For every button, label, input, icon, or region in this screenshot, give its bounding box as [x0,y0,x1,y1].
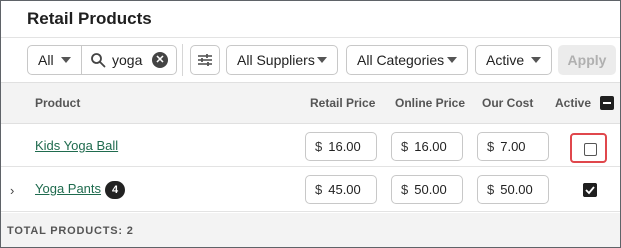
our-cost-input[interactable]: $ 50.00 [477,175,549,204]
filter-settings-button[interactable] [190,45,220,75]
column-header-online-price[interactable]: Online Price [395,96,465,110]
active-checkbox[interactable] [583,183,597,197]
scope-select[interactable]: All [28,46,82,74]
status-dropdown-label: Active [486,52,525,68]
suppliers-dropdown[interactable]: All Suppliers [226,45,338,75]
chevron-down-icon [60,57,71,63]
our-cost-value: 7.00 [500,139,526,154]
chevron-down-icon [447,57,457,63]
select-all-checkbox-icon[interactable] [600,96,614,110]
our-cost-input[interactable]: $ 7.00 [477,132,549,161]
product-link[interactable]: Kids Yoga Ball [35,138,118,153]
retail-price-value: 45.00 [328,182,361,197]
table-footer: TOTAL PRODUCTS: 2 [1,213,620,247]
page-title: Retail Products [27,9,152,28]
scope-select-label: All [38,52,54,68]
apply-button[interactable]: Apply [558,45,616,75]
online-price-input[interactable]: $ 50.00 [391,175,463,204]
suppliers-dropdown-label: All Suppliers [237,52,315,68]
column-header-product[interactable]: Product [35,96,80,110]
retail-price-input[interactable]: $ 45.00 [305,175,377,204]
table-header: Product Retail Price Online Price Our Co… [1,82,620,124]
toolbar: All yoga ✕ All Suppliers All Categories … [1,37,620,81]
table-row: › Yoga Pants 4 $ 45.00 $ 50.00 $ 50.00 [1,168,620,212]
chevron-down-icon [317,57,327,63]
search-group: All yoga ✕ [27,45,177,75]
online-price-value: 50.00 [414,182,447,197]
currency-symbol: $ [401,182,409,197]
currency-symbol: $ [401,139,409,154]
table-row: Kids Yoga Ball $ 16.00 $ 16.00 $ 7.00 [1,125,620,167]
search-icon [91,53,106,68]
column-header-retail-price[interactable]: Retail Price [310,96,375,110]
search-input[interactable]: yoga [112,52,142,68]
retail-price-input[interactable]: $ 16.00 [305,132,377,161]
currency-symbol: $ [315,182,323,197]
currency-symbol: $ [487,139,495,154]
active-checkbox-highlight [570,133,607,163]
filter-sliders-icon [198,54,212,66]
chevron-down-icon [531,57,541,63]
currency-symbol: $ [487,182,495,197]
categories-dropdown-label: All Categories [357,52,445,68]
variant-count-badge: 4 [105,181,125,199]
product-link[interactable]: Yoga Pants [35,181,101,196]
status-dropdown[interactable]: Active [475,45,552,75]
online-price-value: 16.00 [414,139,447,154]
chevron-right-icon[interactable]: › [10,183,14,198]
toolbar-divider [182,44,183,76]
clear-icon[interactable]: ✕ [152,52,168,68]
our-cost-value: 50.00 [500,182,533,197]
column-header-active: Active [555,96,592,110]
categories-dropdown[interactable]: All Categories [346,45,468,75]
total-products-count: TOTAL PRODUCTS: 2 [7,225,134,237]
column-header-our-cost[interactable]: Our Cost [482,96,533,110]
online-price-input[interactable]: $ 16.00 [391,132,463,161]
retail-products-panel: Retail Products All yoga ✕ All Suppliers… [0,0,621,248]
currency-symbol: $ [315,139,323,154]
active-checkbox[interactable] [584,143,597,156]
retail-price-value: 16.00 [328,139,361,154]
